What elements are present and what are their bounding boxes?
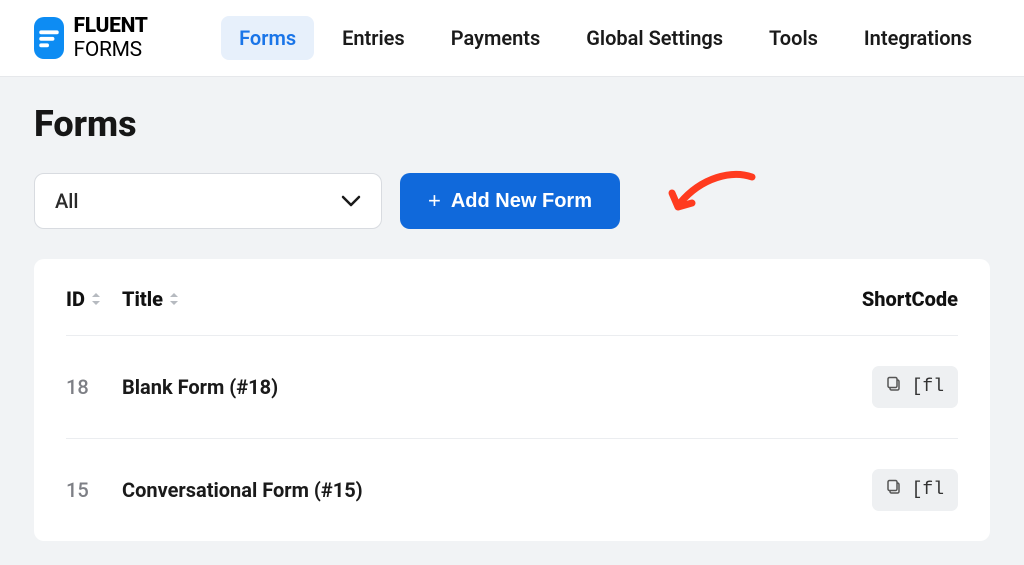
nav-item-tools[interactable]: Tools bbox=[751, 16, 836, 60]
row-title[interactable]: Blank Form (#18) bbox=[118, 375, 872, 399]
filter-value: All bbox=[55, 189, 78, 213]
annotation-arrow-icon bbox=[662, 165, 762, 229]
plus-icon: + bbox=[428, 190, 441, 212]
sort-icon bbox=[169, 287, 179, 311]
fluent-forms-icon bbox=[34, 17, 64, 59]
nav-item-payments[interactable]: Payments bbox=[433, 16, 559, 60]
shortcode-pill[interactable]: [fl bbox=[872, 469, 958, 511]
sort-icon bbox=[91, 287, 101, 311]
nav-items: Forms Entries Payments Global Settings T… bbox=[221, 16, 990, 60]
add-new-form-button[interactable]: + Add New Form bbox=[400, 173, 620, 229]
table-row: 18 Blank Form (#18) [fl bbox=[66, 336, 958, 439]
brand-logo[interactable]: FLUENT FORMS bbox=[34, 14, 177, 62]
table-row: 15 Conversational Form (#15) [fl bbox=[66, 439, 958, 541]
col-header-id[interactable]: ID bbox=[66, 287, 118, 311]
col-header-shortcode[interactable]: ShortCode bbox=[862, 287, 958, 311]
row-id: 15 bbox=[66, 478, 118, 502]
page-title: Forms bbox=[34, 103, 990, 145]
shortcode-pill[interactable]: [fl bbox=[872, 366, 958, 408]
copy-icon bbox=[886, 376, 902, 398]
nav-item-integrations[interactable]: Integrations bbox=[846, 16, 990, 60]
forms-table-card: ID Title ShortCode 18 Blank Form (#18) [ bbox=[34, 259, 990, 541]
top-nav: FLUENT FORMS Forms Entries Payments Glob… bbox=[0, 0, 1024, 77]
col-header-title[interactable]: Title bbox=[118, 287, 862, 311]
nav-item-forms[interactable]: Forms bbox=[221, 16, 314, 60]
table-header: ID Title ShortCode bbox=[66, 287, 958, 336]
nav-item-global-settings[interactable]: Global Settings bbox=[568, 16, 741, 60]
copy-icon bbox=[886, 479, 902, 501]
chevron-down-icon bbox=[341, 192, 361, 211]
content: Forms All + Add New Form ID bbox=[0, 77, 1024, 565]
brand-text: FLUENT FORMS bbox=[74, 14, 178, 62]
row-title[interactable]: Conversational Form (#15) bbox=[118, 478, 872, 502]
row-id: 18 bbox=[66, 375, 118, 399]
nav-item-entries[interactable]: Entries bbox=[324, 16, 423, 60]
filter-select[interactable]: All bbox=[34, 173, 382, 229]
toolbar: All + Add New Form bbox=[34, 173, 990, 229]
add-new-form-label: Add New Form bbox=[451, 190, 592, 213]
